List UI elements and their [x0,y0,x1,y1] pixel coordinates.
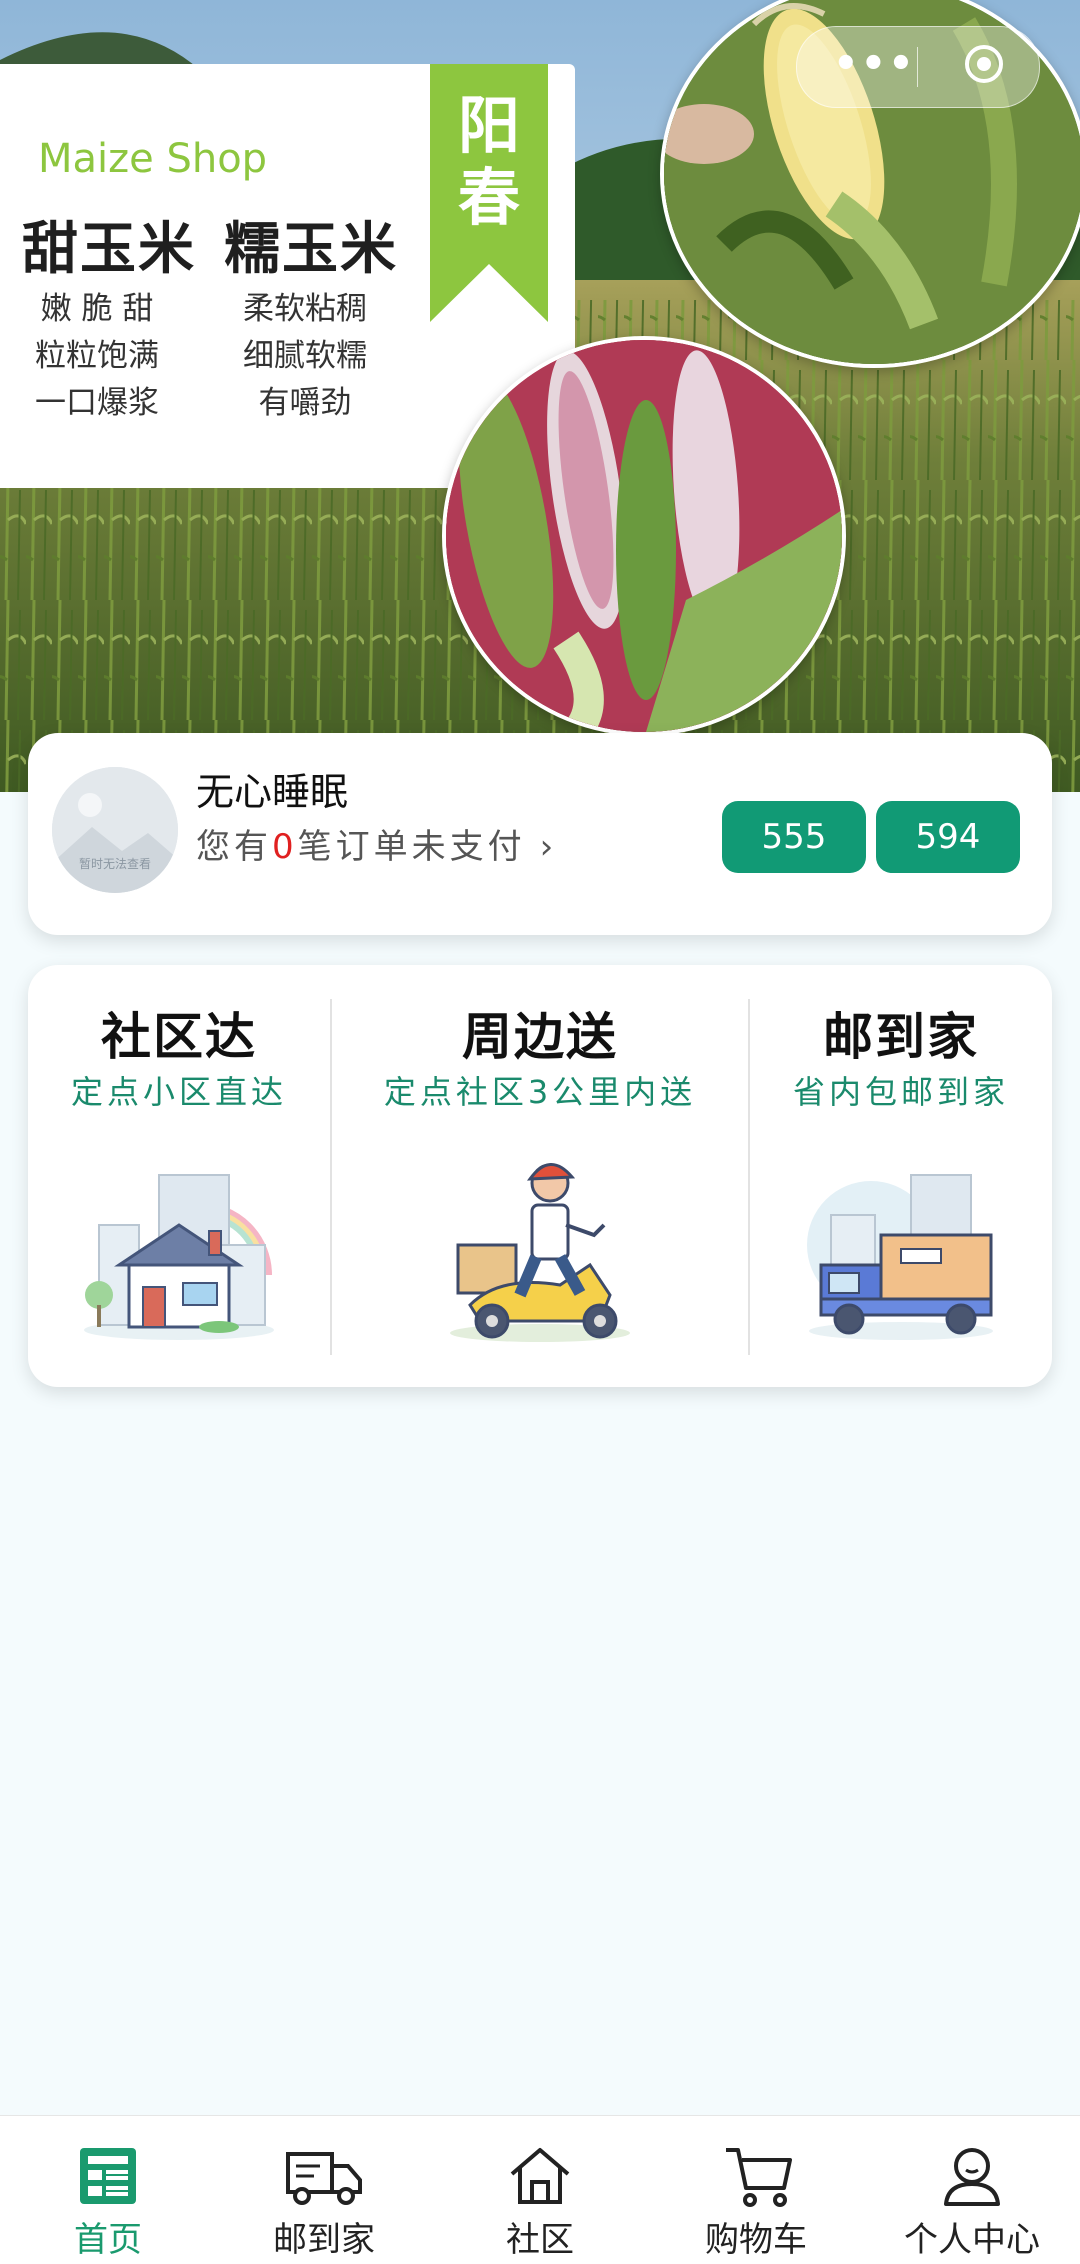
option-description: 定点小区直达 [70,1073,287,1111]
tab-label: 首页 [74,2220,142,2260]
feature-item: 粒粒饱满 [35,338,159,374]
corn-photo-purple [442,336,846,736]
chevron-right-icon: › [539,827,558,867]
stat-button-2[interactable]: 594 [876,801,1020,873]
home-delivery-option[interactable]: 邮到家 省内包邮到家 [750,965,1052,1387]
feature-item: 有嚼劲 [258,385,352,421]
tab-profile[interactable]: 个人中心 [864,2116,1080,2264]
tab-label: 邮到家 [273,2220,375,2260]
capsule-divider [917,47,918,87]
feature-item: 柔软粘稠 [243,291,367,327]
unpaid-orders-link[interactable]: 您有0笔订单未支付 › [196,819,557,868]
bottom-tab-bar: 首页 邮到家 社区 购物车 个人中心 [0,2115,1080,2264]
sweet-corn-title: 甜玉米 [22,217,196,282]
waxy-corn-features: 柔软粘稠 细腻软糯 有嚼劲 [230,286,380,427]
house-icon [510,2148,570,2204]
waxy-corn-title: 糯玉米 [224,217,398,282]
image-placeholder-icon [52,767,178,893]
ribbon-label: 阳春 [457,89,520,234]
feature-item: 嫩 脆 甜 [40,291,154,327]
tab-cart[interactable]: 购物车 [648,2116,864,2264]
tab-label: 社区 [506,2220,574,2260]
avatar[interactable]: 暂时无法查看 [52,767,178,893]
community-delivery-option[interactable]: 社区达 定点小区直达 [28,965,330,1387]
stat-button-1[interactable]: 555 [722,801,866,873]
tab-mail-home[interactable]: 邮到家 [216,2116,432,2264]
nearby-delivery-option[interactable]: 周边送 定点社区3公里内送 [332,965,748,1387]
mini-program-capsule: ••• [796,26,1040,108]
option-title: 周边送 [462,1008,618,1066]
user-info-card: 暂时无法查看 无心睡眠 您有0笔订单未支付 › 555 594 [28,733,1052,935]
option-title: 邮到家 [823,1008,979,1066]
option-description: 省内包邮到家 [792,1073,1009,1111]
user-icon [944,2148,1000,2206]
tab-label: 个人中心 [904,2220,1040,2260]
avatar-caption: 暂时无法查看 [78,857,151,871]
username: 无心睡眠 [196,770,349,814]
sweet-corn-features: 嫩 脆 甜 粒粒饱满 一口爆浆 [22,286,172,427]
option-description: 定点社区3公里内送 [383,1073,697,1111]
more-dots-icon[interactable]: ••• [833,41,916,87]
order-suffix: 笔订单未支付 [297,827,526,867]
delivery-truck-illustration-icon [807,1174,993,1340]
feature-item: 细腻软糯 [243,338,367,374]
hero-banner[interactable]: Maize Shop 甜玉米 糯玉米 嫩 脆 甜 粒粒饱满 一口爆浆 柔软粘稠 … [0,0,1080,792]
feature-item: 一口爆浆 [35,385,159,421]
unpaid-count: 0 [272,827,298,867]
delivery-options-card: 社区达 定点小区直达 周边送 定点社区3公里内送 邮到家 省内包邮到家 [28,965,1052,1387]
cart-icon [726,2148,792,2207]
option-title: 社区达 [101,1008,257,1066]
tab-label: 购物车 [705,2220,807,2260]
home-list-icon [80,2148,136,2204]
order-prefix: 您有 [196,827,272,867]
house-illustration-icon [84,1174,274,1340]
tab-home[interactable]: 首页 [0,2116,216,2264]
tab-community[interactable]: 社区 [432,2116,648,2264]
scooter-courier-icon [450,1163,630,1342]
brand-name: Maize Shop [38,136,268,182]
target-icon[interactable] [965,45,1003,83]
truck-icon [286,2152,362,2205]
